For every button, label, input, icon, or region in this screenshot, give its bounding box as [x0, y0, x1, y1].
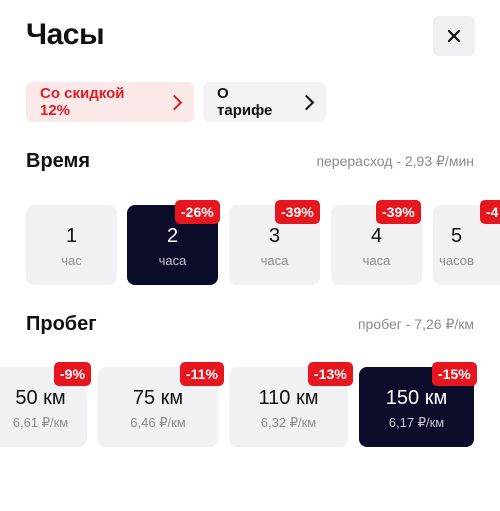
mileage-options-row: 50 км 6,61 ₽/км -9% 75 км 6,46 ₽/км -11%…: [0, 357, 500, 472]
discount-badge: -13%: [308, 362, 353, 386]
mileage-section-title: Пробег: [26, 313, 97, 335]
mileage-option-value: 50 км: [15, 387, 66, 409]
time-option-value: 5: [450, 225, 463, 247]
discount-badge: -39%: [376, 200, 421, 224]
time-option-unit: часа: [260, 253, 289, 268]
mileage-option-value: 150 км: [385, 387, 448, 409]
tariff-chip-label: О тарифе: [217, 85, 273, 119]
mileage-rate-note: пробег - 7,26 ₽/км: [357, 316, 474, 332]
time-option-unit: часа: [158, 253, 187, 268]
chevron-right-icon: [166, 94, 183, 110]
discount-badge: -15%: [432, 362, 477, 386]
mileage-option-value: 75 км: [132, 387, 184, 409]
time-option-unit: часа: [362, 253, 391, 268]
discount-chip[interactable]: Со скидкой 12%: [26, 82, 194, 122]
time-overuse-note: перерасход - 2,93 ₽/мин: [316, 153, 474, 169]
time-section-title: Время: [26, 150, 90, 172]
mileage-option-rate: 6,61 ₽/км: [12, 415, 69, 430]
time-option-value: 1: [65, 225, 78, 247]
time-option-value: 4: [370, 225, 383, 247]
discount-chip-label: Со скидкой 12%: [40, 85, 125, 119]
time-options-row: 1 час 2 часа -26% 3 часа -39% 4 часа -39…: [0, 195, 500, 310]
time-option-card[interactable]: 1 час: [26, 205, 117, 285]
page-title: Часы: [26, 18, 105, 51]
close-icon: [447, 29, 461, 43]
mileage-option-rate: 6,17 ₽/км: [388, 415, 445, 430]
mileage-option-rate: 6,46 ₽/км: [130, 415, 186, 430]
discount-badge: -11%: [180, 362, 224, 386]
discount-badge: -4: [480, 200, 500, 224]
mileage-option-value: 110 км: [258, 387, 319, 409]
close-button[interactable]: [433, 16, 475, 56]
discount-badge: -26%: [175, 200, 220, 224]
tariff-info-chip[interactable]: О тарифе: [203, 82, 326, 122]
time-option-value: 2: [166, 225, 179, 247]
time-option-unit: часов: [439, 253, 474, 268]
discount-badge: -39%: [275, 200, 320, 224]
time-option-value: 3: [268, 225, 281, 247]
chevron-right-icon: [298, 94, 315, 110]
discount-badge: -9%: [54, 362, 91, 386]
mileage-option-rate: 6,32 ₽/км: [260, 415, 317, 430]
time-option-unit: час: [61, 253, 82, 268]
